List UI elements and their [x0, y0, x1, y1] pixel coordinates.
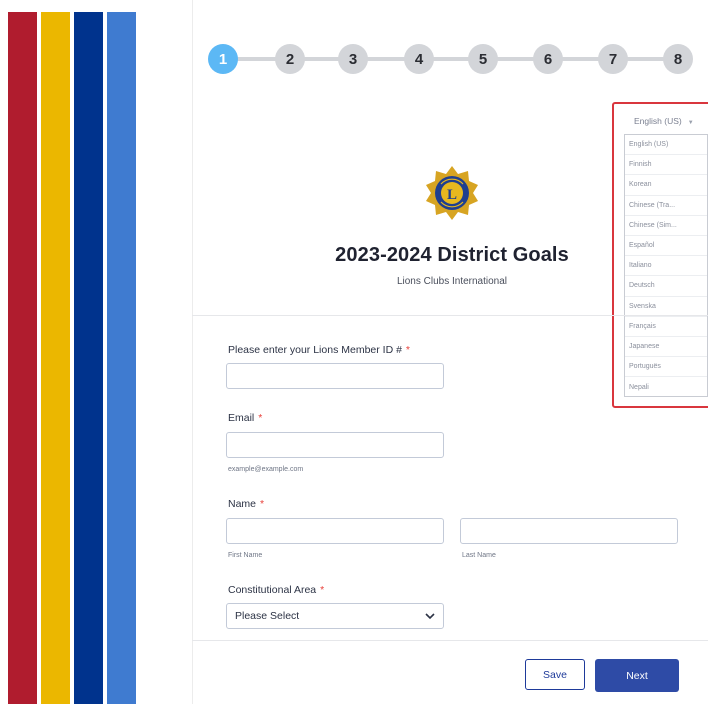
language-option-nepali[interactable]: Nepali [625, 377, 707, 397]
chevron-down-icon: ▼ [687, 120, 694, 126]
member-id-input[interactable] [226, 363, 444, 389]
language-option-finnish[interactable]: Finnish [625, 155, 707, 176]
email-sublabel: example@example.com [228, 466, 304, 473]
step-7[interactable]: 7 [598, 44, 628, 74]
language-option-chinese-simplified[interactable]: Chinese (Sim... [625, 216, 707, 236]
member-id-label-text: Please enter your Lions Member ID # [228, 344, 402, 356]
next-button[interactable]: Next [595, 659, 679, 692]
member-id-label: Please enter your Lions Member ID # * [228, 344, 410, 356]
constitutional-area-selected: Please Select [235, 610, 300, 622]
last-name-input[interactable] [460, 518, 678, 544]
step-4[interactable]: 4 [404, 44, 434, 74]
language-option-portugues[interactable]: Portuguës [625, 357, 707, 378]
svg-text:L: L [447, 187, 457, 203]
page-subtitle: Lions Clubs International [396, 276, 508, 287]
language-option-chinese-traditional[interactable]: Chinese (Tra... [625, 196, 707, 216]
email-label: Email * [228, 412, 262, 424]
chevron-down-icon [425, 613, 435, 620]
required-asterisk: * [258, 412, 263, 424]
language-option-english-us[interactable]: English (US) [625, 135, 707, 156]
first-name-sublabel: First Name [228, 552, 263, 559]
language-option-korean[interactable]: Korean [625, 175, 707, 196]
step-8[interactable]: 8 [663, 44, 693, 74]
language-option-svenska[interactable]: Svenska [625, 297, 707, 317]
stripe-gold [41, 12, 70, 704]
name-label-text: Name [228, 498, 257, 510]
language-option-japanese[interactable]: Japanese [625, 337, 707, 358]
stripe-navy [74, 12, 103, 704]
email-label-text: Email [228, 412, 255, 424]
step-6[interactable]: 6 [533, 44, 563, 74]
step-5[interactable]: 5 [468, 44, 498, 74]
required-asterisk: * [320, 584, 325, 596]
footer-divider [192, 640, 708, 641]
page-title: 2023-2024 District Goals [335, 244, 569, 266]
lions-logo: L [426, 166, 478, 220]
constitutional-area-label-text: Constitutional Area [228, 584, 317, 596]
step-3[interactable]: 3 [338, 44, 368, 74]
stripe-red [8, 12, 37, 704]
header-divider [192, 315, 708, 316]
required-asterisk: * [260, 498, 265, 510]
step-2[interactable]: 2 [275, 44, 305, 74]
save-button[interactable]: Save [525, 659, 585, 690]
progress-steps: 1 2 3 4 5 6 7 8 [208, 44, 708, 74]
constitutional-area-select[interactable]: Please Select [226, 603, 444, 629]
step-1[interactable]: 1 [208, 44, 238, 74]
email-input[interactable] [226, 432, 444, 458]
last-name-sublabel: Last Name [462, 552, 496, 559]
constitutional-area-label: Constitutional Area * [228, 584, 324, 596]
language-select[interactable]: English (US) ▼ [634, 116, 694, 126]
language-option-francais[interactable]: Français [625, 317, 707, 337]
language-current-label: English (US) [634, 116, 682, 126]
first-name-input[interactable] [226, 518, 444, 544]
required-asterisk: * [405, 344, 411, 356]
stripe-blue [107, 12, 136, 704]
name-label: Name * [228, 498, 264, 510]
